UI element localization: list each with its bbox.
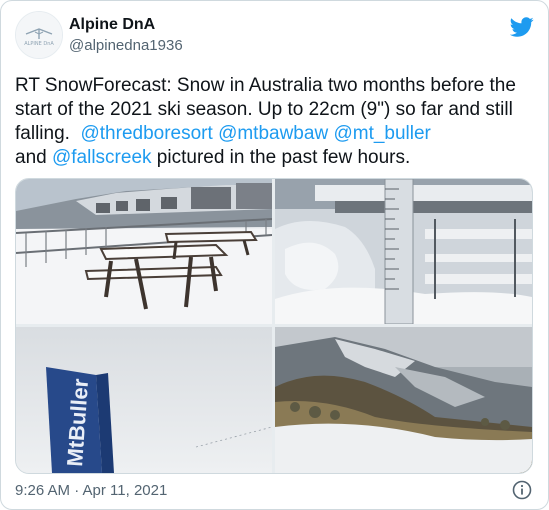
info-circle-icon[interactable]: [512, 480, 532, 500]
tweet-text: RT SnowForecast: Snow in Australia two m…: [15, 74, 537, 170]
twitter-bird-icon[interactable]: [510, 15, 534, 39]
mention-mt-buller[interactable]: @mt_buller: [333, 123, 430, 144]
photo-grid: MtBuller: [15, 178, 533, 474]
tweet-text-outro: pictured in the past few hours.: [151, 147, 411, 168]
author-display-name[interactable]: Alpine DnA: [69, 15, 155, 35]
photo-snow-measuring-stick[interactable]: [275, 179, 532, 324]
photo-snowy-valley[interactable]: [275, 327, 532, 473]
tweet-card[interactable]: ALPINE DnA Alpine DnA @alpinedna1936 RT …: [0, 0, 549, 510]
tweet-timestamp[interactable]: 9:26 AM · Apr 11, 2021: [15, 482, 167, 500]
mention-fallscreek[interactable]: @fallscreek: [52, 147, 152, 168]
avatar[interactable]: ALPINE DnA: [15, 11, 63, 59]
tweet-text-connector: and: [15, 147, 47, 168]
mention-mtbawbaw[interactable]: @mtbawbaw: [218, 123, 328, 144]
author-handle[interactable]: @alpinedna1936: [69, 37, 183, 55]
photo-snowy-deck-tables[interactable]: [16, 179, 272, 324]
mention-thredboresort[interactable]: @thredboresort: [80, 123, 212, 144]
avatar-logo-text: ALPINE DnA: [24, 41, 54, 47]
photo-mt-buller-flag[interactable]: MtBuller: [16, 327, 272, 473]
